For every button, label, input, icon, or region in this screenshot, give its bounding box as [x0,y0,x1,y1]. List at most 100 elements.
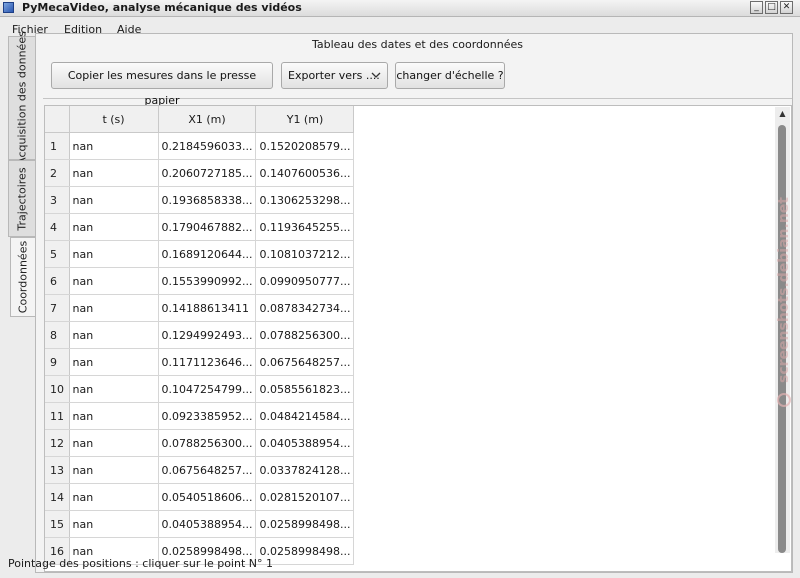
title-bar: PyMecaVideo, analyse mécanique des vidéo… [0,0,800,17]
table-row[interactable]: 1 nan 0.2184596033... 0.1520208579... [45,132,355,160]
group-title: Tableau des dates et des coordonnées [312,38,523,51]
cell-x1[interactable]: 0.0540518606... [158,483,257,511]
row-number[interactable]: 7 [45,294,70,322]
window-title: PyMecaVideo, analyse mécanique des vidéo… [22,1,302,14]
cell-x1[interactable]: 0.1553990992... [158,267,257,295]
cell-y1[interactable]: 0.0878342734... [255,294,355,322]
cell-t[interactable]: nan [69,240,159,268]
cell-y1[interactable]: 0.1081037212... [255,240,355,268]
table-row[interactable]: 3 nan 0.1936858338... 0.1306253298... [45,186,355,214]
table-row[interactable]: 13 nan 0.0675648257... 0.0337824128... [45,456,355,484]
cell-x1[interactable]: 0.0675648257... [158,456,257,484]
cell-t[interactable]: nan [69,375,159,403]
cell-t[interactable]: nan [69,294,159,322]
tab-trajectoires-label: Trajectoires [15,166,29,231]
tab-acquisition[interactable]: Acquisition des données [8,31,35,165]
cell-t[interactable]: nan [69,213,159,241]
table-header-row: t (s) X1 (m) Y1 (m) [45,106,355,133]
row-number[interactable]: 4 [45,213,70,241]
cell-x1[interactable]: 0.1936858338... [158,186,257,214]
cell-t[interactable]: nan [69,456,159,484]
cell-x1[interactable]: 0.1689120644... [158,240,257,268]
cell-x1[interactable]: 0.1294992493... [158,321,257,349]
cell-t[interactable]: nan [69,321,159,349]
cell-y1[interactable]: 0.0990950777... [255,267,355,295]
cell-x1[interactable]: 0.1790467882... [158,213,257,241]
column-header-y1[interactable]: Y1 (m) [255,106,355,133]
close-button[interactable]: ✕ [780,1,793,14]
row-number[interactable]: 14 [45,483,70,511]
table-row[interactable]: 2 nan 0.2060727185... 0.1407600536... [45,159,355,187]
cell-x1[interactable]: 0.1047254799... [158,375,257,403]
table-row[interactable]: 11 nan 0.0923385952... 0.0484214584... [45,402,355,430]
tab-coordonnees-label: Coordonnées [16,240,30,314]
table-row[interactable]: 12 nan 0.0788256300... 0.0405388954... [45,429,355,457]
cell-t[interactable]: nan [69,510,159,538]
cell-y1[interactable]: 0.0484214584... [255,402,355,430]
row-number[interactable]: 13 [45,456,70,484]
cell-x1[interactable]: 0.2184596033... [158,132,257,160]
cell-x1[interactable]: 0.14188613411 [158,294,257,322]
tab-trajectoires[interactable]: Trajectoires [8,160,35,237]
corner-header[interactable] [45,106,70,133]
status-bar: Pointage des positions : cliquer sur le … [8,557,273,570]
app-icon [3,2,14,13]
table-row[interactable]: 4 nan 0.1790467882... 0.1193645255... [45,213,355,241]
cell-y1[interactable]: 0.1520208579... [255,132,355,160]
cell-t[interactable]: nan [69,132,159,160]
maximize-button[interactable]: □ [765,1,778,14]
cell-y1[interactable]: 0.1193645255... [255,213,355,241]
arrow-up-icon[interactable]: ▲ [775,107,790,121]
row-number[interactable]: 11 [45,402,70,430]
table-row[interactable]: 9 nan 0.1171123646... 0.0675648257... [45,348,355,376]
column-header-x1[interactable]: X1 (m) [158,106,257,133]
row-number[interactable]: 8 [45,321,70,349]
cell-t[interactable]: nan [69,159,159,187]
table-row[interactable]: 7 nan 0.14188613411 0.0878342734... [45,294,355,322]
table-row[interactable]: 6 nan 0.1553990992... 0.0990950777... [45,267,355,295]
table-row[interactable]: 10 nan 0.1047254799... 0.0585561823... [45,375,355,403]
table-row[interactable]: 8 nan 0.1294992493... 0.0788256300... [45,321,355,349]
table-row[interactable]: 15 nan 0.0405388954... 0.0258998498... [45,510,355,538]
cell-x1[interactable]: 0.1171123646... [158,348,257,376]
cell-x1[interactable]: 0.0405388954... [158,510,257,538]
row-number[interactable]: 9 [45,348,70,376]
row-number[interactable]: 10 [45,375,70,403]
cell-x1[interactable]: 0.0923385952... [158,402,257,430]
watermark-logo-icon [777,393,791,407]
cell-y1[interactable]: 0.0337824128... [255,456,355,484]
cell-y1[interactable]: 0.1407600536... [255,159,355,187]
row-number[interactable]: 1 [45,132,70,160]
cell-t[interactable]: nan [69,483,159,511]
cell-t[interactable]: nan [69,429,159,457]
cell-y1[interactable]: 0.0675648257... [255,348,355,376]
tab-acquisition-label: Acquisition des données [15,31,29,165]
tab-coordonnees[interactable]: Coordonnées [10,237,35,317]
column-header-t[interactable]: t (s) [69,106,159,133]
row-number[interactable]: 12 [45,429,70,457]
table-row[interactable]: 14 nan 0.0540518606... 0.0281520107... [45,483,355,511]
cell-t[interactable]: nan [69,267,159,295]
row-number[interactable]: 15 [45,510,70,538]
change-scale-button[interactable]: changer d'échelle ? [395,62,505,89]
cell-y1[interactable]: 0.0405388954... [255,429,355,457]
coordinates-table[interactable]: t (s) X1 (m) Y1 (m) 1 nan 0.2184596033... 0… [44,105,792,572]
cell-x1[interactable]: 0.2060727185... [158,159,257,187]
copy-to-clipboard-button[interactable]: Copier les mesures dans le presse papier [51,62,273,107]
cell-y1[interactable]: 0.0281520107... [255,483,355,511]
minimize-button[interactable]: _ [750,1,763,14]
row-number[interactable]: 3 [45,186,70,214]
cell-y1[interactable]: 0.0585561823... [255,375,355,403]
table-row[interactable]: 5 nan 0.1689120644... 0.1081037212... [45,240,355,268]
row-number[interactable]: 5 [45,240,70,268]
cell-t[interactable]: nan [69,348,159,376]
cell-y1[interactable]: 0.0258998498... [255,510,355,538]
cell-x1[interactable]: 0.0788256300... [158,429,257,457]
row-number[interactable]: 2 [45,159,70,187]
cell-t[interactable]: nan [69,402,159,430]
cell-y1[interactable]: 0.0788256300... [255,321,355,349]
export-dropdown[interactable]: Exporter vers .... [281,62,388,89]
cell-y1[interactable]: 0.1306253298... [255,186,355,214]
cell-t[interactable]: nan [69,186,159,214]
row-number[interactable]: 6 [45,267,70,295]
